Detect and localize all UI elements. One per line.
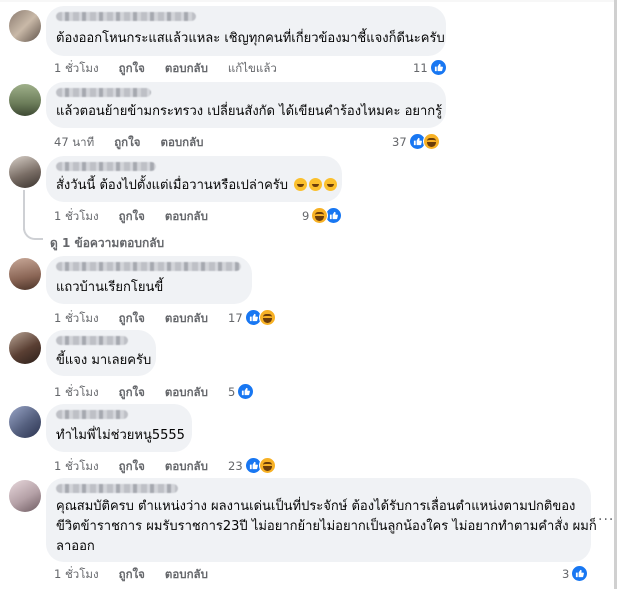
avatar[interactable] [9, 480, 41, 512]
top-cutoff [0, 0, 614, 2]
reaction-count: 23 [228, 458, 243, 473]
avatar[interactable] [9, 406, 41, 438]
avatar[interactable] [9, 156, 41, 188]
like-button[interactable]: ถูกใจ [119, 458, 145, 476]
more-options-icon[interactable]: ··· [598, 512, 614, 528]
comment-actions: 1 ชั่วโมง ถูกใจ ตอบกลับ [54, 310, 208, 328]
avatar[interactable] [9, 84, 41, 116]
comment-actions: 1 ชั่วโมง ถูกใจ ตอบกลับ แก้ไขแล้ว [54, 60, 277, 78]
comment-text-line-3: ลาออก [56, 539, 95, 554]
reaction-count: 5 [228, 384, 236, 399]
comment-bubble: ทำไมพี่ไม่ช่วยหนู5555 [46, 404, 192, 452]
like-button[interactable]: ถูกใจ [114, 134, 140, 152]
reply-button[interactable]: ตอบกลับ [165, 60, 208, 78]
avatar[interactable] [9, 258, 41, 290]
reaction-summary[interactable]: 5 [228, 383, 255, 400]
reply-button[interactable]: ตอบกลับ [165, 310, 208, 328]
view-replies-link[interactable]: ดู 1 ข้อความตอบกลับ [50, 234, 164, 253]
comment-actions: 47 นาที ถูกใจ ตอบกลับ [54, 134, 203, 152]
grin-emoji [324, 178, 338, 191]
avatar[interactable] [9, 332, 41, 364]
haha-icon [258, 457, 276, 474]
reaction-count: 9 [302, 208, 310, 223]
author-name-blurred[interactable] [56, 12, 196, 21]
reaction-summary[interactable]: 17 [228, 309, 276, 326]
reply-button[interactable]: ตอบกลับ [160, 134, 203, 152]
reaction-summary[interactable]: 37 [392, 133, 440, 150]
reaction-count: 17 [228, 310, 243, 325]
like-button[interactable]: ถูกใจ [119, 60, 145, 78]
comment-actions: 1 ชั่วโมง ถูกใจ ตอบกลับ [54, 384, 208, 402]
comment-bubble: แล้วตอนย้ายข้ามกระทรวง เปลี่ยนสังกัด ได้… [46, 82, 446, 128]
grin-emoji [294, 178, 308, 191]
comment-bubble: ขี้แจง มาเลยครับ [46, 330, 156, 376]
timestamp[interactable]: 1 ชั่วโมง [54, 566, 99, 584]
author-name-blurred[interactable] [56, 484, 178, 493]
like-icon [237, 383, 255, 400]
comment-actions: 1 ชั่วโมง ถูกใจ ตอบกลับ [54, 566, 208, 584]
haha-icon [258, 309, 276, 326]
reaction-count: 37 [392, 134, 407, 149]
timestamp[interactable]: 1 ชั่วโมง [54, 60, 99, 78]
reaction-summary[interactable]: 11 [413, 59, 447, 76]
comment-text: ขี้แจง มาเลยครับ [56, 353, 152, 368]
haha-icon [311, 207, 329, 224]
reply-button[interactable]: ตอบกลับ [165, 566, 208, 584]
reply-button[interactable]: ตอบกลับ [165, 458, 208, 476]
comment-text: แถวบ้านเรียกโยนขี้ [56, 280, 164, 295]
thread-connector [23, 216, 43, 240]
timestamp[interactable]: 1 ชั่วโมง [54, 384, 99, 402]
reply-button[interactable]: ตอบกลับ [165, 384, 208, 402]
comment-bubble: คุณสมบัติครบ ตำแหน่งว่าง ผลงานเด่นเป็นที… [46, 478, 597, 562]
reaction-summary[interactable]: 23 [228, 457, 276, 474]
comment-text: ต้องออกโหนกระแสแล้วแหละ เชิญทุกคนที่เกี่… [56, 31, 445, 46]
comment-text: สั่งวันนี้ ต้องไปตั้งแต่เมื่อวานหรือเปล่… [56, 176, 338, 196]
edited-label: แก้ไขแล้ว [227, 61, 277, 75]
reaction-summary[interactable]: 9 [302, 207, 343, 224]
like-button[interactable]: ถูกใจ [119, 208, 145, 226]
reaction-count: 11 [413, 60, 428, 75]
comment-bubble: สั่งวันนี้ ต้องไปตั้งแต่เมื่อวานหรือเปล่… [46, 156, 342, 202]
timestamp[interactable]: 1 ชั่วโมง [54, 458, 99, 476]
author-name-blurred[interactable] [56, 336, 128, 345]
reaction-summary[interactable]: 3 [562, 565, 589, 582]
reaction-count: 3 [562, 566, 570, 581]
like-button[interactable]: ถูกใจ [119, 384, 145, 402]
comment-bubble: แถวบ้านเรียกโยนขี้ [46, 256, 252, 304]
comment-actions: 1 ชั่วโมง ถูกใจ ตอบกลับ [54, 208, 208, 226]
comment-text: แล้วตอนย้ายข้ามกระทรวง เปลี่ยนสังกัด ได้… [56, 104, 443, 119]
comment-actions: 1 ชั่วโมง ถูกใจ ตอบกลับ [54, 458, 208, 476]
like-icon [571, 565, 589, 582]
like-icon [429, 59, 447, 76]
comment-text-line-1: คุณสมบัติครบ ตำแหน่งว่าง ผลงานเด่นเป็นที… [56, 499, 576, 514]
timestamp[interactable]: 1 ชั่วโมง [54, 208, 99, 226]
comment-text: ทำไมพี่ไม่ช่วยหนู5555 [56, 428, 185, 443]
haha-icon [422, 133, 440, 150]
avatar[interactable] [9, 10, 41, 42]
timestamp[interactable]: 1 ชั่วโมง [54, 310, 99, 328]
author-name-blurred[interactable] [56, 162, 156, 171]
author-name-blurred[interactable] [56, 88, 151, 97]
reply-button[interactable]: ตอบกลับ [165, 208, 208, 226]
like-button[interactable]: ถูกใจ [119, 566, 145, 584]
author-name-blurred[interactable] [56, 262, 241, 271]
timestamp[interactable]: 47 นาที [54, 134, 94, 152]
grin-emoji [309, 178, 323, 191]
comment-text-line-2: ขีวิตข้าราชการ ผมรับราชการ23ปี ไม่อยากย้… [56, 519, 597, 534]
comment-bubble: ต้องออกโหนกระแสแล้วแหละ เชิญทุกคนที่เกี่… [46, 6, 446, 56]
like-button[interactable]: ถูกใจ [119, 310, 145, 328]
author-name-blurred[interactable] [56, 410, 128, 419]
